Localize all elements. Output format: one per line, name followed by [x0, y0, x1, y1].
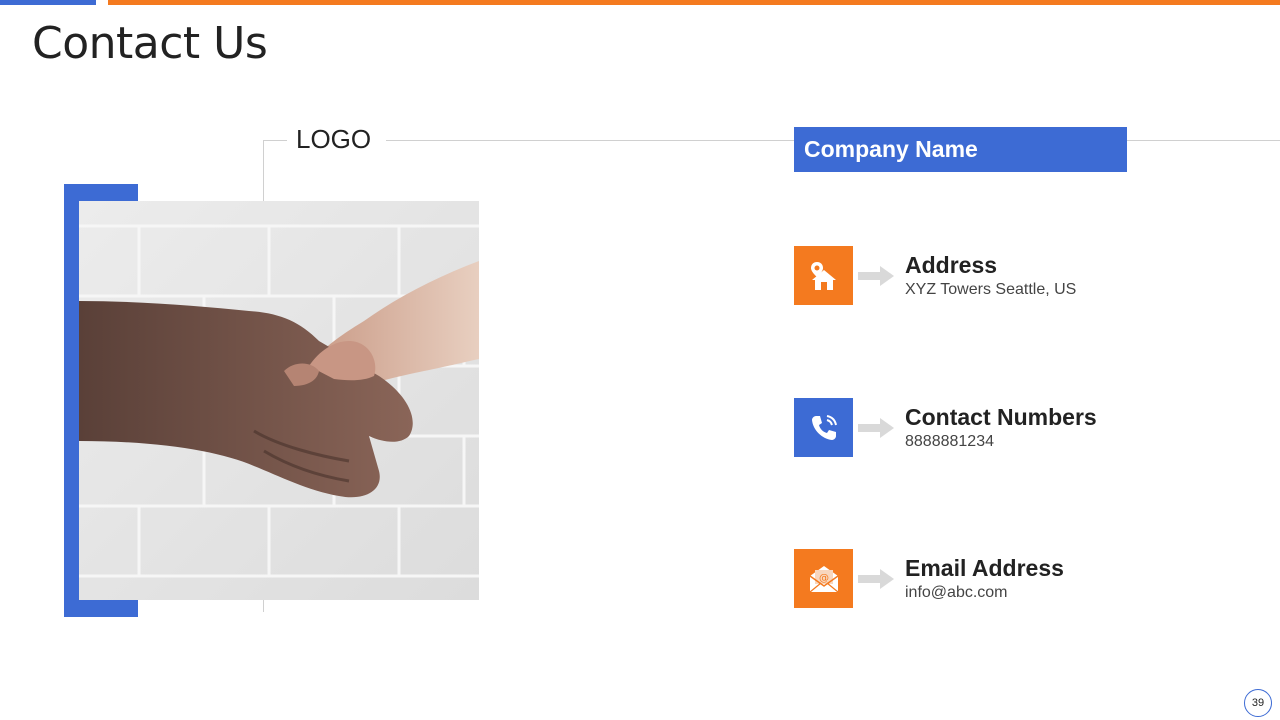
arrow-right-icon [858, 418, 894, 438]
company-name-banner: Company Name [794, 127, 1127, 172]
contact-item-email: @ Email Address info@abc.com [794, 549, 1214, 609]
email-icon: @ [794, 549, 853, 608]
logo-placeholder: LOGO [296, 124, 372, 154]
divider-line-short [263, 140, 287, 141]
contact-label: Address [905, 252, 998, 278]
contact-label: Contact Numbers [905, 404, 1097, 430]
handshake-photo [79, 201, 479, 600]
top-accent-bar-blue [0, 0, 96, 5]
page-title: Contact Us [32, 18, 268, 69]
contact-value: info@abc.com [905, 584, 1008, 601]
contact-value: XYZ Towers Seattle, US [905, 281, 1077, 298]
arrow-right-icon [858, 266, 894, 286]
contact-label: Email Address [905, 555, 1064, 581]
top-accent-bar-orange [108, 0, 1280, 5]
phone-icon [794, 398, 853, 457]
home-location-icon [794, 246, 853, 305]
svg-text:@: @ [819, 573, 829, 584]
contact-item-address: Address XYZ Towers Seattle, US [794, 246, 1214, 306]
contact-item-phone: Contact Numbers 8888881234 [794, 398, 1214, 458]
arrow-right-icon [858, 569, 894, 589]
contact-value: 8888881234 [905, 433, 994, 450]
page-number-badge: 39 [1244, 689, 1272, 717]
